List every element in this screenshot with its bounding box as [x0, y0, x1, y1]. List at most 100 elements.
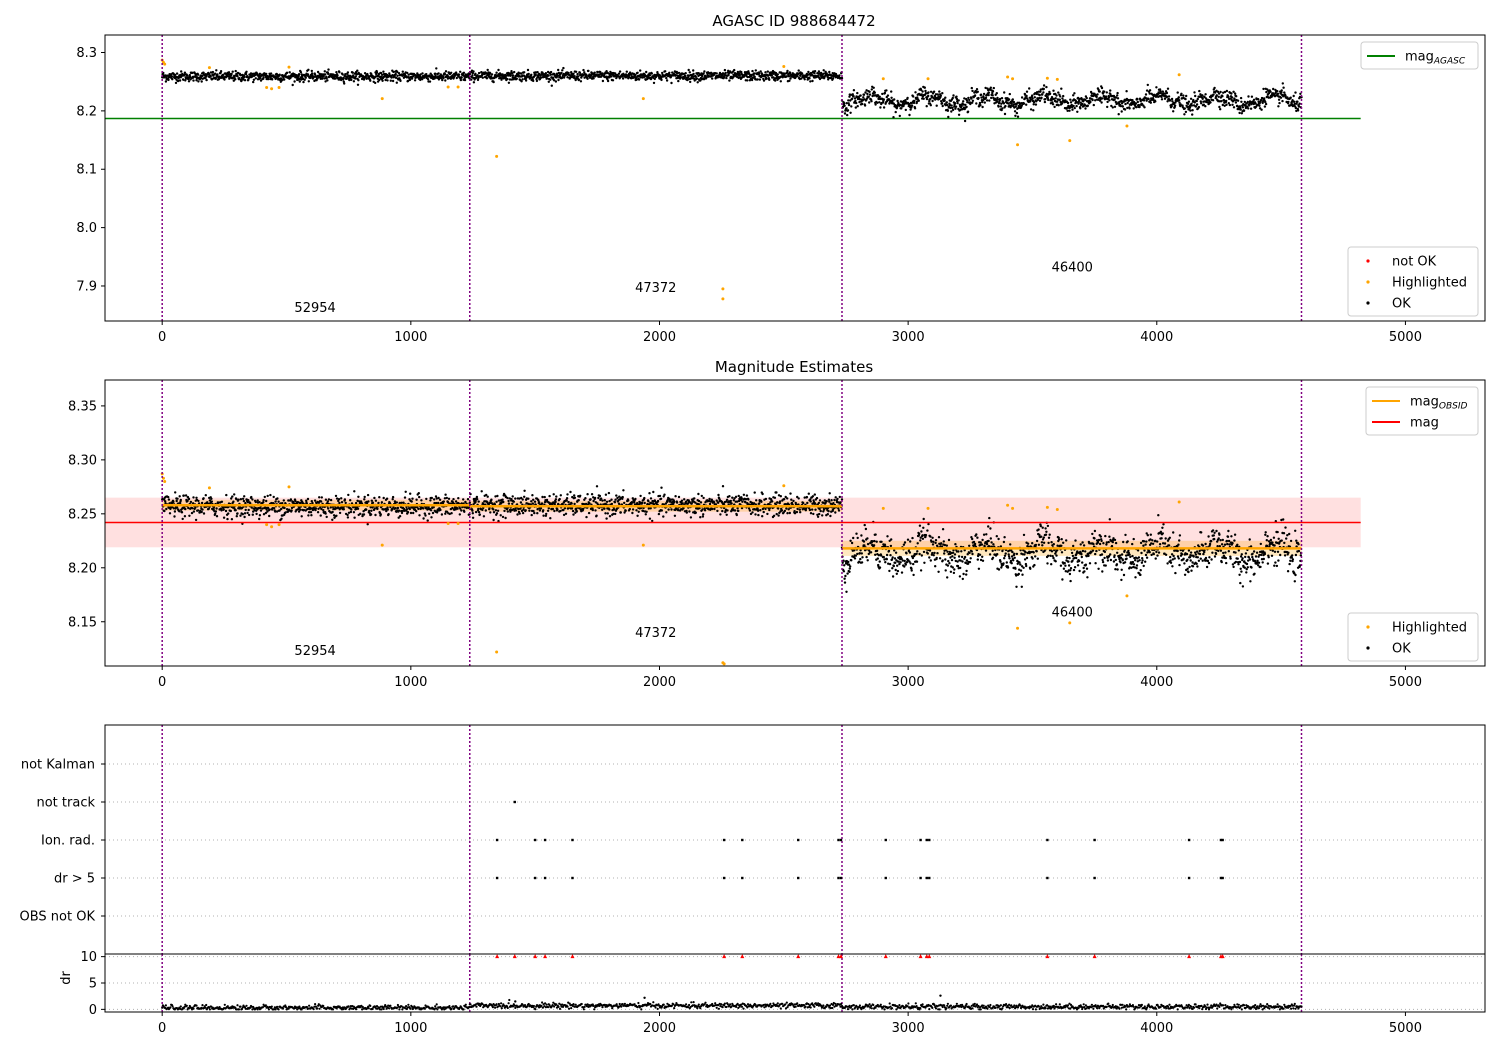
panel-1-ok-point: [1040, 96, 1043, 100]
panel-1-ok-point: [1198, 89, 1201, 93]
panel-1-ok-point: [733, 68, 736, 72]
panel-1-ok-point: [171, 78, 174, 81]
panel-1-ok-point: [205, 78, 208, 82]
panel-2-ok-point: [615, 494, 618, 497]
panel-2-ok-point: [728, 495, 731, 498]
panel-2-ok-point: [742, 493, 746, 496]
panel-1-ok-point: [1038, 99, 1042, 103]
panel-1-ok-point: [1219, 90, 1222, 94]
panel-1-ok-point: [1193, 91, 1196, 94]
panel-1-ok-point: [788, 79, 791, 83]
panel-2-ok-point: [492, 508, 495, 511]
panel-2-ok-point: [490, 498, 493, 501]
panel-2-ok-point: [643, 496, 646, 500]
panel-2-ok-point: [184, 507, 187, 511]
panel-2-ok-point: [173, 510, 177, 513]
panel-1-ok-point: [428, 80, 432, 83]
panel-2-ok-point: [521, 498, 524, 501]
panel-1-ok-point: [1196, 97, 1200, 101]
panel-1-ok-point: [1187, 100, 1191, 103]
panel-1-legend-label: OK: [1392, 297, 1411, 312]
panel-2-ok-point: [178, 510, 181, 513]
panel-1-ok-point: [811, 79, 814, 83]
panel-2-ok-point: [834, 511, 837, 514]
panel-2-ok-point: [398, 515, 402, 518]
panel-2-ok-point: [809, 500, 812, 503]
panel-2-ok-point: [663, 493, 666, 496]
panel-2-ok-point: [587, 511, 591, 515]
panel-1-ok-point: [1194, 105, 1198, 108]
panel-1-ok-point: [481, 76, 484, 79]
panel-2-ok-point: [585, 515, 588, 519]
panel-1-ok-point: [395, 81, 398, 84]
panel-2-ok-point: [224, 509, 228, 513]
panel-1-ok-point: [687, 68, 690, 72]
panel-1-ok-point: [1144, 93, 1148, 96]
panel-1-ok-point: [1232, 106, 1236, 109]
panel-1-highlighted-point: [446, 85, 450, 89]
panel-2-ok-point: [543, 495, 546, 499]
panel-2-ok-point: [175, 499, 178, 503]
panel-2-ok-point: [230, 518, 234, 521]
panel-2-ok-point: [234, 509, 237, 512]
panel-1-ok-point: [460, 76, 463, 79]
panel-2-ok-point: [636, 514, 639, 517]
panel-1-ok-point: [722, 76, 726, 79]
panel-2-ok-point: [613, 501, 617, 504]
panel-1-ok-point: [1287, 100, 1290, 104]
panel-2-ok-point: [604, 493, 608, 496]
panel-2-ok-point: [501, 498, 504, 501]
panel-1-ok-point: [1086, 104, 1090, 107]
panel-1-ok-point: [979, 93, 983, 96]
panel-2-ok-point: [573, 496, 577, 499]
panel-2-ok-point: [269, 493, 272, 497]
panel-2-ok-point: [528, 509, 531, 512]
panel-2-ok-point: [480, 490, 483, 493]
panel-2-ok-point: [790, 498, 793, 501]
panel-2-ok-point: [243, 495, 246, 498]
panel-1-ok-point: [846, 109, 850, 112]
panel-2-ok-point: [373, 507, 376, 510]
panel-1-ok-point: [962, 100, 965, 103]
panel-1-ok-point: [856, 91, 859, 95]
panel-1-ok-point: [463, 78, 467, 82]
panel-1-ok-point: [346, 71, 350, 74]
panel-1-ok-point: [724, 71, 727, 75]
panel-2-ok-point: [262, 499, 265, 502]
panel-2-ok-point: [256, 499, 259, 502]
panel-1-ok-point: [509, 73, 512, 77]
panel-2-ok-point: [685, 511, 688, 514]
panel-1-ok-point: [1048, 92, 1052, 96]
panel-1-ok-point: [854, 99, 857, 103]
panel-1-ok-point: [511, 74, 515, 77]
panel-2-ok-point: [813, 502, 817, 505]
panel-2-ok-point: [521, 511, 525, 515]
panel-2-ok-point: [368, 509, 371, 513]
panel-1-ok-point: [862, 93, 866, 96]
panel-1-ok-point: [252, 78, 256, 82]
panel-2-ok-point: [458, 513, 461, 516]
panel-1-ok-point: [1278, 101, 1281, 105]
panel-2-ok-point: [492, 518, 495, 522]
panel-2-ok-point: [703, 509, 707, 512]
panel-2-ok-point: [645, 510, 648, 513]
panel-2-ok-point: [737, 509, 740, 513]
panel-1-ok-point: [1060, 102, 1064, 105]
panel-2-ok-point: [395, 501, 398, 504]
panel-1-ok-point: [1218, 105, 1221, 109]
panel-2-ok-point: [702, 496, 705, 500]
panel-2-ok-point: [466, 498, 470, 501]
panel-2-ok-point: [567, 500, 570, 504]
panel-1-ok-point: [927, 91, 930, 94]
panel-1-ok-point: [1123, 108, 1127, 111]
panel-2-ok-point: [648, 492, 651, 495]
panel-1-ok-point: [1217, 95, 1220, 99]
panel-2-ok-point: [731, 496, 734, 499]
panel-1-ok-point: [944, 96, 947, 99]
panel-2-ok-point: [396, 506, 400, 510]
panel-1-ok-point: [756, 78, 759, 81]
panel-1-ok-point: [660, 78, 663, 82]
panel-2-ok-point: [181, 517, 184, 521]
panel-2-ok-point: [751, 511, 754, 514]
panel-1-ok-point: [1029, 108, 1033, 111]
